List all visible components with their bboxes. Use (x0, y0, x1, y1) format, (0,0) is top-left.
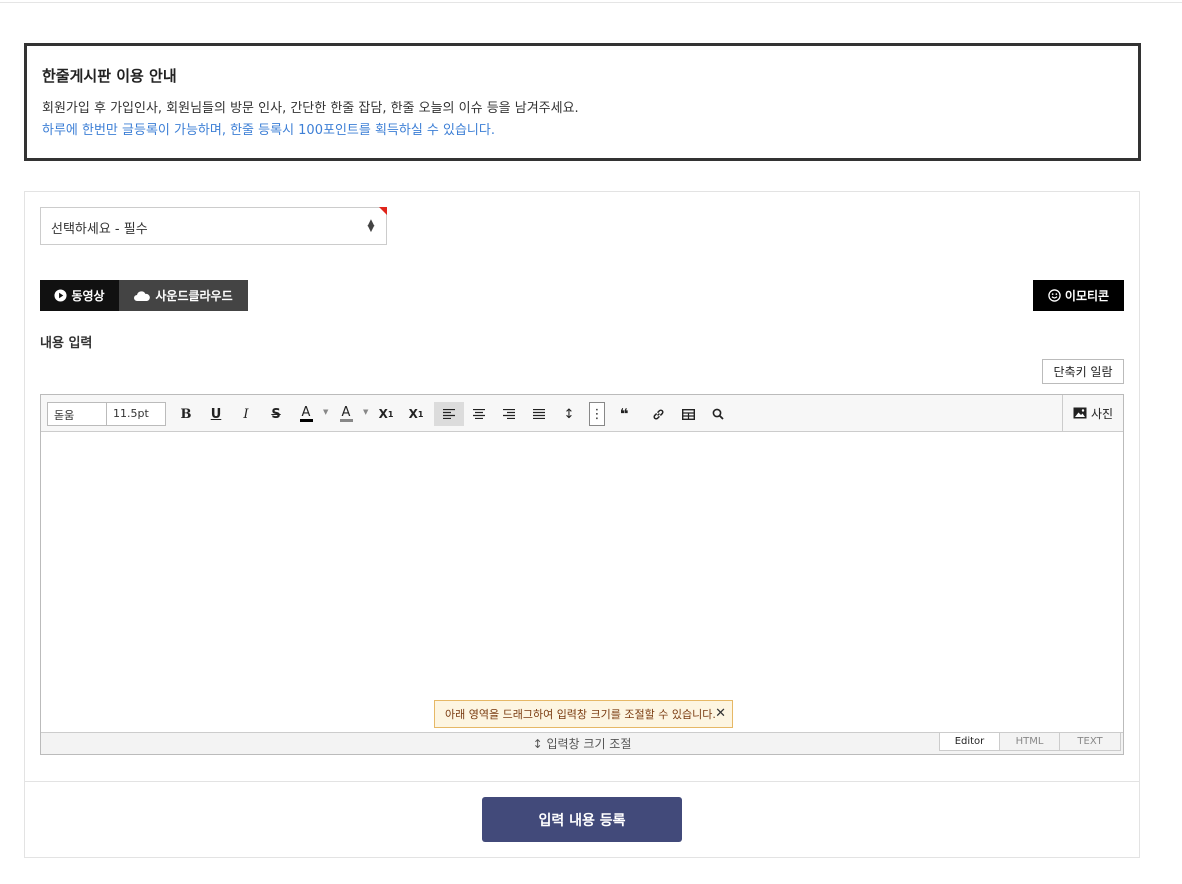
line-height-icon[interactable]: ↕ (555, 402, 583, 426)
video-button-label: 동영상 (71, 289, 105, 303)
rich-text-editor: 돋움 11.5pt B U I S A ▼ A ▼ X1 X1 ↕ ⋮ ❝ 사진… (40, 394, 1124, 755)
resize-tooltip: 아래 영역을 드래그하여 입력창 크기를 조절할 수 있습니다. ✕ (434, 700, 733, 728)
font-family-select[interactable]: 돋움 (47, 402, 107, 426)
mode-tab-editor[interactable]: Editor (939, 733, 1000, 751)
smiley-icon (1048, 289, 1061, 302)
content-label: 내용 입력 (40, 336, 93, 351)
align-left-icon[interactable] (434, 402, 464, 426)
board-notice: 한줄게시판 이용 안내 회원가입 후 가입인사, 회원님들의 방문 인사, 간단… (24, 43, 1141, 161)
soundcloud-button[interactable]: 사운드클라우드 (119, 280, 248, 311)
link-icon[interactable] (644, 402, 672, 426)
required-marker (379, 207, 387, 215)
align-justify-icon[interactable] (525, 402, 553, 426)
photo-upload-button[interactable]: 사진 (1062, 395, 1123, 431)
top-divider (0, 2, 1182, 3)
category-select-value: 선택하세요 - 필수 (51, 222, 148, 237)
cloud-icon (134, 290, 151, 301)
blockquote-icon[interactable]: ❝ (610, 402, 638, 426)
soundcloud-button-label: 사운드클라우드 (155, 289, 233, 303)
submit-button[interactable]: 입력 내용 등록 (482, 797, 682, 842)
editor-toolbar: 돋움 11.5pt B U I S A ▼ A ▼ X1 X1 ↕ ⋮ ❝ 사진 (41, 395, 1123, 432)
search-icon[interactable] (704, 402, 732, 426)
emoticon-button[interactable]: 이모티콘 (1033, 280, 1124, 311)
photo-button-label: 사진 (1090, 406, 1114, 421)
mode-tab-html[interactable]: HTML (999, 733, 1060, 751)
notice-line-2: 하루에 한번만 글등록이 가능하며, 한줄 등록시 100포인트를 획득하실 수… (42, 123, 495, 138)
underline-icon[interactable]: U (202, 402, 230, 426)
editor-body[interactable] (41, 432, 1123, 732)
notice-title: 한줄게시판 이용 안내 (42, 67, 177, 85)
category-select[interactable]: 선택하세요 - 필수 ▲ ▼ (40, 207, 387, 245)
video-button[interactable]: 동영상 (40, 280, 119, 311)
subscript-icon[interactable]: X1 (402, 402, 430, 426)
highlight-dropdown-icon[interactable]: ▼ (363, 408, 368, 416)
notice-line-1: 회원가입 후 가입인사, 회원님들의 방문 인사, 간단한 한줄 잡담, 한줄 … (42, 101, 579, 116)
align-center-icon[interactable] (465, 402, 493, 426)
more-options-icon[interactable]: ⋮ (589, 402, 605, 426)
strikethrough-icon[interactable]: S (262, 402, 290, 426)
bold-icon[interactable]: B (172, 402, 200, 426)
align-right-icon[interactable] (495, 402, 523, 426)
font-size-select[interactable]: 11.5pt (106, 402, 166, 426)
highlight-color-icon[interactable]: A (332, 402, 360, 426)
image-icon (1073, 407, 1087, 419)
superscript-icon[interactable]: X1 (372, 402, 400, 426)
mode-tab-text[interactable]: TEXT (1059, 733, 1121, 751)
play-circle-icon (54, 289, 67, 302)
table-icon[interactable] (674, 402, 702, 426)
font-color-icon[interactable]: A (292, 402, 320, 426)
shortcut-list-button[interactable]: 단축키 일람 (1042, 359, 1124, 384)
emoticon-button-label: 이모티콘 (1064, 289, 1110, 303)
italic-icon[interactable]: I (232, 402, 260, 426)
updown-arrow-icon: ▲ ▼ (367, 218, 375, 234)
font-color-dropdown-icon[interactable]: ▼ (323, 408, 328, 416)
resize-tooltip-text: 아래 영역을 드래그하여 입력창 크기를 조절할 수 있습니다. (445, 708, 716, 721)
close-icon[interactable]: ✕ (715, 706, 726, 721)
